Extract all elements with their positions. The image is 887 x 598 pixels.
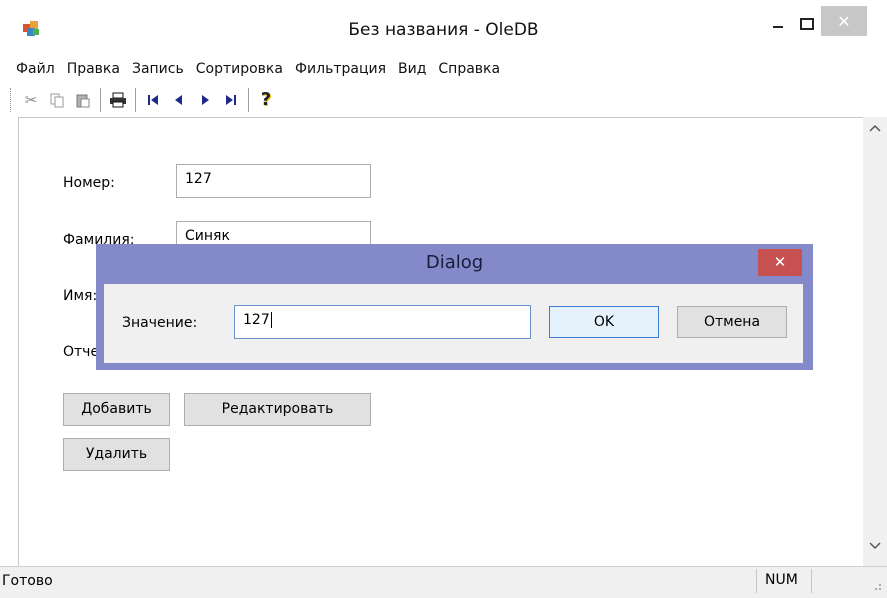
menu-sort[interactable]: Сортировка xyxy=(190,58,289,80)
vertical-scrollbar[interactable] xyxy=(863,117,887,566)
help-icon[interactable]: ? xyxy=(255,89,277,111)
last-record-icon[interactable] xyxy=(220,89,242,111)
otch-label: Отче xyxy=(63,344,100,360)
dialog-close-button[interactable]: ✕ xyxy=(758,249,802,276)
nomer-label: Номер: xyxy=(63,175,115,191)
menu-help[interactable]: Справка xyxy=(432,58,506,80)
toolbar-separator xyxy=(100,87,101,112)
ok-button[interactable]: OK xyxy=(549,306,659,338)
toolbar-separator xyxy=(135,87,136,112)
imya-label: Имя: xyxy=(63,288,98,304)
menu-view[interactable]: Вид xyxy=(392,58,432,80)
menu-record[interactable]: Запись xyxy=(126,58,190,80)
menu-edit[interactable]: Правка xyxy=(61,58,126,80)
prev-record-icon[interactable] xyxy=(168,89,190,111)
value-label: Значение: xyxy=(122,315,198,331)
cut-icon[interactable]: ✂ xyxy=(20,89,42,111)
menu-filter[interactable]: Фильтрация xyxy=(289,58,392,80)
add-button[interactable]: Добавить xyxy=(63,393,170,426)
dialog-body: Значение: 127 OK Отмена xyxy=(104,284,803,363)
num-lock-text: NUM xyxy=(765,572,798,588)
close-icon: ✕ xyxy=(773,253,787,271)
value-input[interactable]: 127 xyxy=(234,305,531,339)
status-text: Готово xyxy=(2,573,53,589)
print-icon[interactable] xyxy=(107,89,129,111)
next-record-icon[interactable] xyxy=(194,89,216,111)
title-bar: Без названия - OleDB ✕ xyxy=(0,0,887,59)
first-record-icon[interactable] xyxy=(142,89,164,111)
toolbar-grip[interactable] xyxy=(10,87,14,112)
edit-button[interactable]: Редактировать xyxy=(184,393,371,426)
value-dialog: Dialog ✕ Значение: 127 OK Отмена xyxy=(96,244,813,370)
window-title: Без названия - OleDB xyxy=(348,20,539,40)
nomer-field[interactable]: 127 xyxy=(176,164,371,198)
status-bar: Готово NUM xyxy=(0,566,887,598)
menu-bar: Файл Правка Запись Сортировка Фильтрация… xyxy=(10,58,506,80)
delete-button[interactable]: Удалить xyxy=(63,438,170,471)
scroll-down-icon[interactable] xyxy=(863,539,887,561)
toolbar-separator xyxy=(248,87,249,112)
dialog-title: Dialog xyxy=(425,252,484,273)
num-lock-indicator: NUM xyxy=(756,569,812,593)
close-icon: ✕ xyxy=(837,11,851,31)
resize-grip-icon[interactable] xyxy=(870,579,882,595)
paste-icon[interactable] xyxy=(72,89,94,111)
cancel-button[interactable]: Отмена xyxy=(677,306,787,338)
toolbar: ✂ ? xyxy=(10,83,876,116)
menu-file[interactable]: Файл xyxy=(10,58,61,80)
close-button[interactable]: ✕ xyxy=(821,6,867,36)
copy-icon[interactable] xyxy=(46,89,68,111)
scroll-up-icon[interactable] xyxy=(863,121,887,143)
